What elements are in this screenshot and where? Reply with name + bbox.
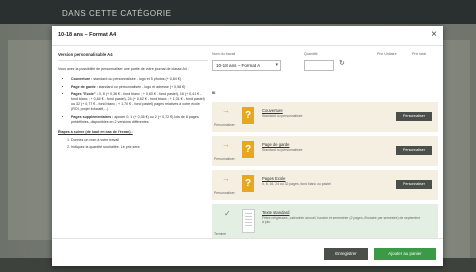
steps-list: Donnez un nom à votre travail Indiquez l… — [58, 138, 208, 150]
instructions-intro: Vous avez la possibilité de personnalise… — [58, 67, 189, 72]
background-right-panel — [440, 40, 470, 260]
dialog-header: 10-18 ans – Format A4 × — [52, 26, 443, 46]
document-icon — [242, 209, 255, 233]
dialog-footer: Enregistrer Ajouter au panier — [52, 238, 443, 266]
customize-button[interactable]: Personnaliser — [396, 112, 432, 121]
option-subtitle: Standard ou personnalisée — [262, 148, 303, 152]
add-to-cart-button[interactable]: Ajouter au panier — [374, 248, 436, 260]
customization-dialog: 10-18 ans – Format A4 × Version personna… — [52, 26, 443, 266]
option-subtitle: 0, 8, 16, 24 ou 32 pages, fond blanc ou … — [262, 182, 331, 186]
section-number: III — [212, 90, 216, 95]
customize-button[interactable]: Personnaliser — [396, 180, 432, 189]
check-icon: ✓ — [224, 209, 231, 218]
list-item: Pages "Ecole" : 0, 8 (+ 0,36 € - fond bl… — [71, 92, 208, 113]
list-item: Page de garde : standard ou personnalisé… — [71, 85, 208, 90]
arrow-right-icon: → — [222, 174, 230, 183]
option-subtitle: Fêtes religieuses, calendrier annuel, ho… — [262, 216, 421, 225]
customize-button[interactable]: Personnaliser — [396, 146, 432, 155]
question-icon: ? — [242, 141, 254, 158]
step-status: Personnaliser — [214, 123, 235, 127]
option-subtitle: Standard ou personnalisée — [262, 114, 303, 118]
divider — [58, 60, 208, 62]
instructions-title: Version personnalisable A4 — [58, 52, 113, 57]
question-icon: ? — [242, 107, 254, 124]
background-left-panel — [8, 40, 58, 240]
list-item: Couverture : standard ou personnalisée -… — [71, 77, 208, 82]
total-price-label: Prix total — [412, 52, 426, 56]
option-title[interactable]: Pages Ecole — [262, 176, 286, 181]
option-title[interactable]: Page de garde — [262, 142, 289, 147]
quantity-label: Quantité — [304, 52, 318, 56]
option-title[interactable]: Couverture — [262, 108, 283, 113]
unit-price-label: Prix Unitaire — [377, 52, 397, 56]
quantity-input[interactable] — [304, 60, 334, 71]
product-label: Nom du travail — [212, 52, 236, 56]
step-item: Indiquez la quantité souhaitée. Le prix … — [71, 145, 208, 150]
step-status: Terminé — [214, 232, 227, 236]
question-icon: ? — [242, 175, 254, 192]
dialog-title: 10-18 ans – Format A4 — [58, 32, 117, 38]
arrow-right-icon: → — [222, 140, 230, 149]
option-row-school-pages: → Personnaliser ? Pages Ecole 0, 8, 16, … — [212, 170, 438, 200]
option-title[interactable]: Texte standard — [262, 210, 289, 215]
product-select[interactable]: 10-18 ans – Format A — [212, 60, 281, 71]
options-list: Couverture : standard ou personnalisée -… — [58, 77, 208, 125]
arrow-right-icon: → — [222, 106, 230, 115]
close-icon[interactable]: × — [431, 29, 437, 41]
step-status: Personnaliser — [214, 191, 235, 195]
steps-title: Étapes à suivre (de haut en bas de l'écr… — [58, 130, 133, 135]
option-row-title-page: → Personnaliser ? Page de garde Standard… — [212, 136, 438, 166]
refresh-icon[interactable]: ↻ — [339, 59, 345, 67]
step-status: Personnaliser — [214, 157, 235, 161]
list-item: Pages supplémentaires : ajouter 0, 1 (+ … — [71, 115, 208, 125]
save-button[interactable]: Enregistrer — [324, 248, 368, 260]
step-item: Donnez un nom à votre travail — [71, 138, 208, 143]
instructions-panel: Version personnalisable A4 Vous avez la … — [58, 52, 208, 260]
option-row-cover: → Personnaliser ? Couverture Standard ou… — [212, 102, 438, 132]
background-title: DANS CETTE CATÉGORIE — [62, 9, 172, 18]
